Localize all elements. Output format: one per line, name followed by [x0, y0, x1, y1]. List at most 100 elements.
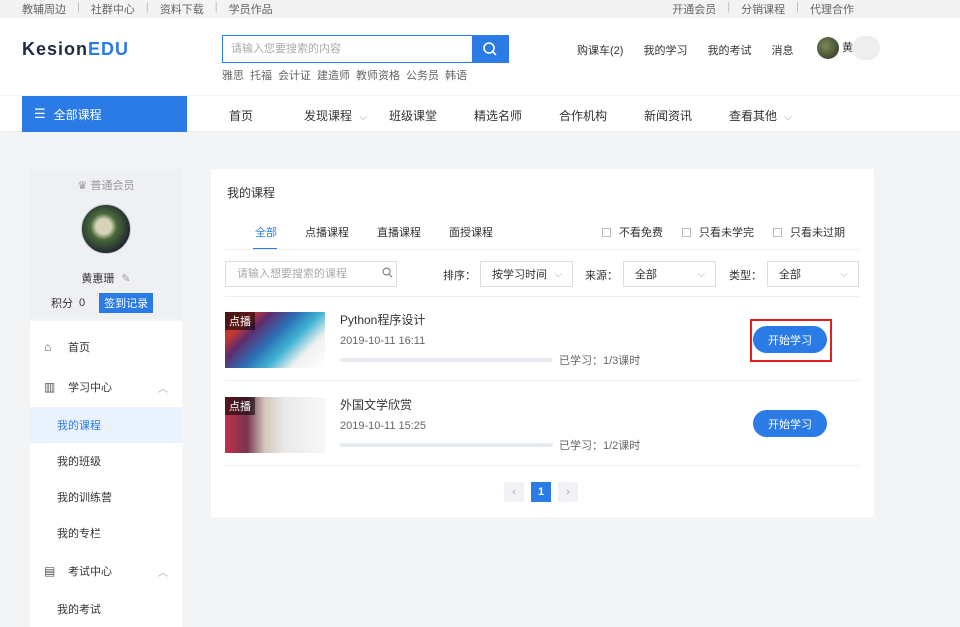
user-links: 购课车(2) 我的学习 我的考试 消息 [577, 42, 813, 58]
site-logo[interactable]: KesionEDU [22, 39, 129, 60]
nav-class-room[interactable]: 班级课堂 [389, 107, 437, 124]
all-courses-button[interactable]: ☰ 全部课程 [22, 96, 187, 132]
nav-news[interactable]: 新闻资讯 [644, 107, 692, 124]
hot-word[interactable]: 雅思 [222, 67, 244, 83]
course-progress-text: 已学习：1/3课时 [559, 355, 641, 367]
course-thumbnail[interactable]: 点播 [225, 312, 325, 368]
edit-icon[interactable]: ✎ [121, 273, 130, 285]
nav-more[interactable]: 查看其他 ⌵ [729, 107, 792, 124]
sidebar-item-exam-center[interactable]: ▤ 考试中心 ︿ [30, 553, 182, 589]
my-courses-panel: 我的课程 全部 点播课程 直播课程 面授课程 不看免费 只看未学完 只看未过期 … [211, 169, 874, 517]
nav-discover-courses[interactable]: 发现课程 ⌵ [304, 107, 367, 124]
checkbox-label: 只看未过期 [790, 227, 845, 239]
user-avatar[interactable] [817, 37, 839, 59]
all-courses-label: 全部课程 [53, 107, 102, 122]
course-type-tabs: 全部 点播课程 直播课程 面授课程 [255, 224, 521, 240]
member-level-label: 普通会员 [90, 180, 135, 192]
book-icon: ▥ [44, 380, 56, 394]
course-title[interactable]: Python程序设计 [340, 311, 425, 328]
next-page-button[interactable]: › [558, 482, 578, 502]
sidebar: ⌂ 首页 ▥ 学习中心 ︿ 我的课程 我的班级 我的训练营 我的专栏 ▤ 考试中… [30, 321, 182, 627]
chevron-down-icon: ⌵ [359, 112, 367, 123]
hot-word[interactable]: 公务员 [406, 67, 439, 83]
logo-accent-text: EDU [88, 39, 130, 59]
points-row: 积分 0 签到记录 [51, 293, 154, 313]
sort-select[interactable]: 按学习时间 ⌵ [480, 261, 573, 287]
cart-link[interactable]: 购课车(2) [577, 42, 623, 58]
topbar-link-community[interactable]: 社群中心 [91, 1, 135, 17]
search-icon [483, 42, 497, 56]
page-number-current[interactable]: 1 [531, 482, 551, 502]
search-icon[interactable] [379, 267, 396, 281]
sidebar-item-my-courses[interactable]: 我的课程 [30, 407, 182, 443]
checkbox-box [602, 227, 611, 237]
hot-word[interactable]: 韩语 [445, 67, 467, 83]
separator: | [77, 1, 80, 13]
top-utility-bar: 教辅周边 | 社群中心 | 资料下载 | 学员作品 开通会员 | 分销课程 | … [0, 0, 960, 18]
hot-word[interactable]: 教师资格 [356, 67, 400, 83]
course-progress-bar [340, 358, 553, 362]
topbar-link-agency[interactable]: 代理合作 [810, 1, 854, 17]
my-study-link[interactable]: 我的学习 [643, 42, 687, 58]
member-level: ♛ 普通会员 [30, 177, 182, 193]
prev-page-button[interactable]: ‹ [504, 482, 524, 502]
tab-all[interactable]: 全部 [255, 224, 277, 240]
tab-live[interactable]: 直播课程 [377, 224, 421, 240]
page-title: 我的课程 [227, 186, 276, 200]
search-button[interactable] [472, 36, 508, 62]
tab-in-person[interactable]: 面授课程 [449, 224, 493, 240]
sidebar-item-home[interactable]: ⌂ 首页 [30, 329, 182, 365]
topbar-link-student-works[interactable]: 学员作品 [229, 1, 273, 17]
course-search-box [225, 261, 397, 287]
chevron-down-icon: ⌵ [784, 112, 792, 123]
site-header: KesionEDU 雅思 托福 会计证 建造师 教师资格 公务员 韩语 购课车(… [0, 18, 960, 95]
nav-discover-label: 发现课程 [304, 109, 353, 123]
nav-partners[interactable]: 合作机构 [559, 107, 607, 124]
course-search-input[interactable] [237, 268, 379, 280]
separator: | [727, 1, 731, 13]
source-select[interactable]: 全部 ⌵ [623, 261, 716, 287]
points-value: 0 [79, 297, 86, 309]
tab-on-demand[interactable]: 点播课程 [305, 224, 349, 240]
course-thumbnail[interactable]: 点播 [225, 397, 325, 453]
course-progress-text: 已学习：1/2课时 [559, 440, 641, 452]
topbar-link-downloads[interactable]: 资料下载 [160, 1, 204, 17]
sidebar-item-my-training[interactable]: 我的训练营 [30, 479, 182, 515]
nav-home[interactable]: 首页 [229, 107, 253, 124]
profile-card: ♛ 普通会员 黄惠珊 ✎ 积分 0 签到记录 [30, 169, 182, 319]
sidebar-item-label: 首页 [68, 342, 90, 354]
sidebar-item-study-center[interactable]: ▥ 学习中心 ︿ [30, 369, 182, 405]
type-select[interactable]: 全部 ⌵ [767, 261, 859, 287]
messages-link[interactable]: 消息 [771, 42, 793, 58]
checkbox-hide-free[interactable]: 不看免费 [602, 224, 663, 240]
sign-in-record-button[interactable]: 签到记录 [99, 293, 154, 313]
hot-word[interactable]: 托福 [250, 67, 272, 83]
topbar-link-teaching-aids[interactable]: 教辅周边 [22, 1, 66, 17]
hot-word[interactable]: 建造师 [317, 67, 350, 83]
pagination: ‹ 1 › [504, 482, 585, 502]
search-input[interactable] [223, 36, 472, 62]
topbar-link-distribution[interactable]: 分销课程 [741, 1, 785, 17]
profile-avatar[interactable] [81, 204, 131, 254]
sidebar-item-my-columns[interactable]: 我的专栏 [30, 515, 182, 551]
topbar-link-membership[interactable]: 开通会员 [672, 1, 716, 17]
separator: | [796, 1, 799, 13]
course-title[interactable]: 外国文学欣赏 [340, 396, 412, 413]
checkbox-only-unfinished[interactable]: 只看未学完 [682, 224, 754, 240]
search-box [222, 35, 509, 63]
nav-featured-teachers[interactable]: 精选名师 [474, 107, 522, 124]
course-row: 点播 Python程序设计 2019-10-11 16:11 已学习：1/3课时… [225, 297, 859, 381]
highlight-box [750, 319, 832, 362]
checkbox-only-unexpired[interactable]: 只看未过期 [773, 224, 845, 240]
course-date: 2019-10-11 15:25 [340, 420, 427, 432]
sidebar-item-my-classes[interactable]: 我的班级 [30, 443, 182, 479]
home-icon: ⌂ [44, 340, 52, 354]
exam-icon: ▤ [44, 564, 56, 578]
course-date: 2019-10-11 16:11 [340, 335, 426, 347]
start-learning-button[interactable]: 开始学习 [753, 410, 827, 437]
hot-word[interactable]: 会计证 [278, 67, 311, 83]
main-nav: ☰ 全部课程 首页 发现课程 ⌵ 班级课堂 精选名师 合作机构 新闻资讯 查看其… [0, 96, 960, 132]
separator: | [145, 1, 149, 13]
my-exam-link[interactable]: 我的考试 [707, 42, 751, 58]
sidebar-item-my-exams[interactable]: 我的考试 [30, 591, 182, 627]
